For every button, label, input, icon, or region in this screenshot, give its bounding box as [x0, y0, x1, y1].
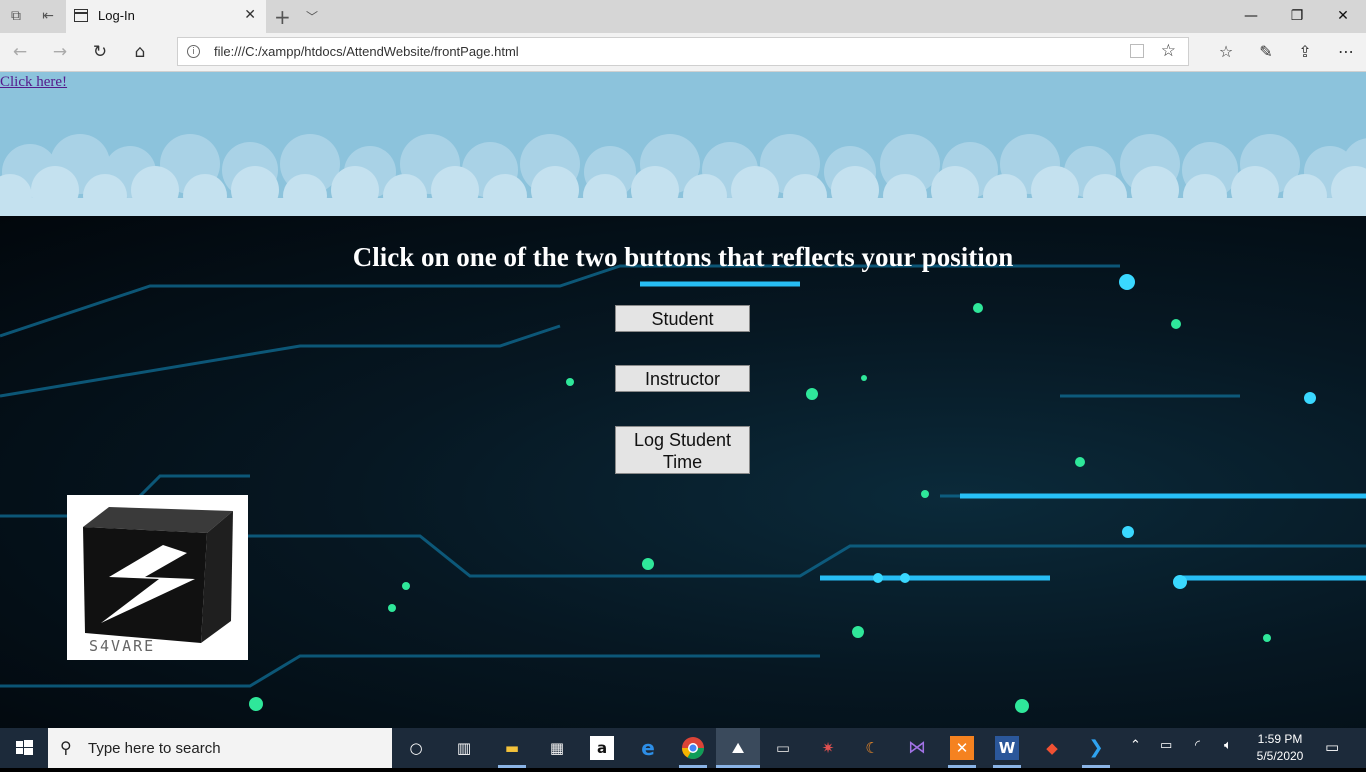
new-tab-icon[interactable]: + [274, 5, 291, 29]
restore-button[interactable]: ❐ [1274, 0, 1320, 33]
terminal-icon[interactable]: ▭ [771, 736, 795, 760]
tab-title: Log-In [98, 8, 135, 23]
tab-stack-icon[interactable]: ⧉ [8, 8, 24, 24]
clock-date: 5/5/2020 [1256, 749, 1304, 763]
edge-icon[interactable]: e [636, 736, 660, 760]
favorite-star-icon[interactable]: ☆ [1161, 41, 1176, 61]
set-aside-tabs-icon[interactable]: ⇤ [40, 8, 56, 24]
click-here-link[interactable]: Click here! [0, 74, 67, 91]
windows-logo-icon [16, 740, 33, 755]
s4vare-logo: S4VARE [67, 495, 248, 660]
logo-text: S4VARE [89, 637, 155, 655]
web-page: Click here! Click on one of the two butt… [0, 72, 1366, 728]
notes-pen-icon[interactable]: ✎ [1255, 41, 1277, 63]
start-button[interactable] [0, 728, 48, 768]
reading-view-icon[interactable] [1130, 44, 1144, 58]
forward-arrow-icon[interactable]: → [49, 41, 71, 63]
url-text[interactable]: file:///C:/xampp/htdocs/AttendWebsite/fr… [214, 44, 519, 59]
clock-time: 1:59 PM [1257, 732, 1303, 746]
tab-list-chevron-icon[interactable]: ﹀ [306, 8, 318, 25]
more-icon[interactable]: ⋯ [1335, 41, 1357, 63]
share-icon[interactable]: ⇪ [1294, 41, 1316, 63]
taskbar-search-box[interactable]: ⚲ Type here to search [48, 728, 392, 768]
minimize-button[interactable]: — [1228, 0, 1274, 33]
student-button[interactable]: Student [615, 305, 750, 332]
info-icon[interactable]: i [187, 45, 200, 58]
page-heading: Click on one of the two buttons that ref… [352, 242, 1014, 272]
cube-lightning-logo-icon: S4VARE [83, 507, 233, 655]
vscode-icon[interactable]: ❯ [1084, 736, 1108, 760]
git-icon[interactable]: ◆ [1040, 736, 1064, 760]
instructor-button[interactable]: Instructor [615, 365, 750, 392]
wifi-icon[interactable]: ◜ [1195, 738, 1200, 753]
battery-icon[interactable]: ▭ [1160, 738, 1172, 753]
page-icon [74, 9, 88, 22]
close-tab-icon[interactable]: ✕ [244, 7, 256, 23]
store-icon[interactable]: ▦ [545, 736, 569, 760]
clouds-illustration [0, 134, 1366, 216]
show-hidden-icons-chevron-icon[interactable]: ⌃ [1130, 738, 1141, 753]
xampp-icon[interactable]: ✕ [950, 736, 974, 760]
system-clock[interactable]: 1:59 PM 5/5/2020 [1250, 731, 1310, 765]
search-icon: ⚲ [60, 738, 72, 757]
task-view-icon[interactable]: ▥ [452, 736, 476, 760]
visual-studio-icon[interactable]: ⋈ [905, 736, 929, 760]
file-explorer-icon[interactable]: ▬ [500, 736, 524, 760]
chrome-icon[interactable] [681, 736, 705, 760]
cortana-icon[interactable]: ○ [404, 736, 428, 760]
log-student-time-button[interactable]: Log Student Time [615, 426, 750, 474]
back-arrow-icon[interactable]: ← [9, 41, 31, 63]
action-center-icon[interactable]: ▭ [1325, 738, 1339, 756]
eclipse-icon[interactable]: ☾ [860, 736, 884, 760]
windows-taskbar: ⚲ Type here to search ○ ▥ ▬ ▦ a e ⛰ ▭ ✷ … [0, 728, 1366, 768]
browser-toolbar: ← → ↻ ⌂ i file:///C:/xampp/htdocs/Attend… [0, 33, 1366, 72]
photos-icon[interactable]: ⛰ [726, 736, 750, 760]
spider-icon[interactable]: ✷ [816, 736, 840, 760]
volume-icon[interactable]: 🔈︎ [1224, 738, 1232, 753]
browser-tab-bar: ⧉ ⇤ Log-In ✕ + ﹀ — ❐ ✕ [0, 0, 1366, 33]
search-placeholder[interactable]: Type here to search [88, 740, 221, 757]
sky-banner: Click here! [0, 72, 1366, 216]
amazon-icon[interactable]: a [590, 736, 614, 760]
home-icon[interactable]: ⌂ [129, 41, 151, 63]
tab-login[interactable]: Log-In ✕ [66, 0, 266, 33]
close-window-button[interactable]: ✕ [1320, 0, 1366, 33]
favorites-icon[interactable]: ☆ [1215, 41, 1237, 63]
word-icon[interactable]: W [995, 736, 1019, 760]
address-bar[interactable]: i file:///C:/xampp/htdocs/AttendWebsite/… [177, 37, 1189, 66]
refresh-icon[interactable]: ↻ [89, 41, 111, 63]
